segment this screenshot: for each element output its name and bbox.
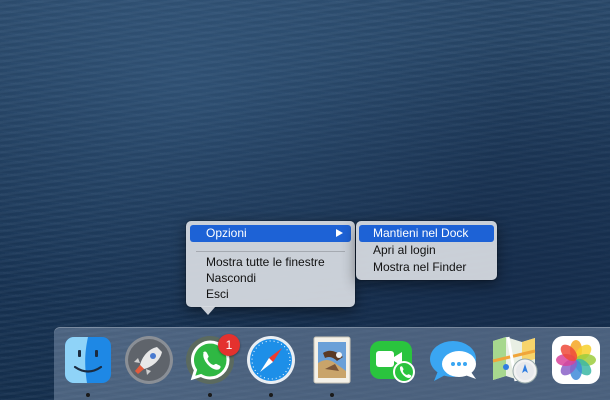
menu-item-label: Apri al login (373, 243, 436, 257)
menu-item-esci[interactable]: Esci (190, 286, 351, 303)
mail-icon (313, 336, 351, 384)
menu-item-opzioni[interactable]: Opzioni (190, 225, 351, 242)
photos-icon (552, 336, 600, 384)
dock-item-launchpad[interactable] (122, 333, 176, 387)
menu-item-label: Mostra tutte le finestre (206, 255, 325, 269)
options-submenu: Mantieni nel Dock Apri al login Mostra n… (356, 221, 497, 280)
maps-icon (492, 336, 538, 384)
menu-item-nascondi[interactable]: Nascondi (190, 270, 351, 287)
dock-item-maps[interactable] (488, 333, 542, 387)
dock-item-facetime[interactable] (366, 333, 420, 387)
running-indicator (86, 393, 90, 397)
dock-item-photos[interactable] (549, 333, 603, 387)
menu-item-label: Mostra nel Finder (373, 260, 467, 274)
dock-item-mail[interactable] (305, 333, 359, 387)
running-indicator (269, 393, 273, 397)
dock-item-messages[interactable] (427, 333, 481, 387)
submenu-item-apri-al-login[interactable]: Apri al login (359, 242, 494, 259)
notification-badge: 1 (218, 334, 240, 356)
running-indicator (208, 393, 212, 397)
menu-item-label: Mantieni nel Dock (373, 226, 469, 240)
menu-item-label: Esci (206, 287, 229, 301)
submenu-arrow-icon (336, 229, 343, 237)
dock-context-menu: Opzioni Mostra tutte le finestre Nascond… (186, 221, 355, 307)
safari-icon (247, 336, 295, 384)
menu-item-label: Nascondi (206, 271, 257, 285)
dock-item-finder[interactable] (61, 333, 115, 387)
launchpad-icon (125, 336, 173, 384)
facetime-icon (370, 341, 415, 383)
menu-item-mostra-tutte-le-finestre[interactable]: Mostra tutte le finestre (190, 254, 351, 271)
finder-icon (65, 337, 111, 383)
submenu-item-mostra-nel-finder[interactable]: Mostra nel Finder (359, 259, 494, 276)
submenu-item-mantieni-nel-dock[interactable]: Mantieni nel Dock (359, 225, 494, 242)
menu-pointer (200, 306, 216, 315)
menu-separator (196, 251, 345, 252)
menu-item-label: Opzioni (206, 226, 247, 240)
messages-icon (430, 341, 476, 381)
running-indicator (330, 393, 334, 397)
dock-item-safari[interactable] (244, 333, 298, 387)
